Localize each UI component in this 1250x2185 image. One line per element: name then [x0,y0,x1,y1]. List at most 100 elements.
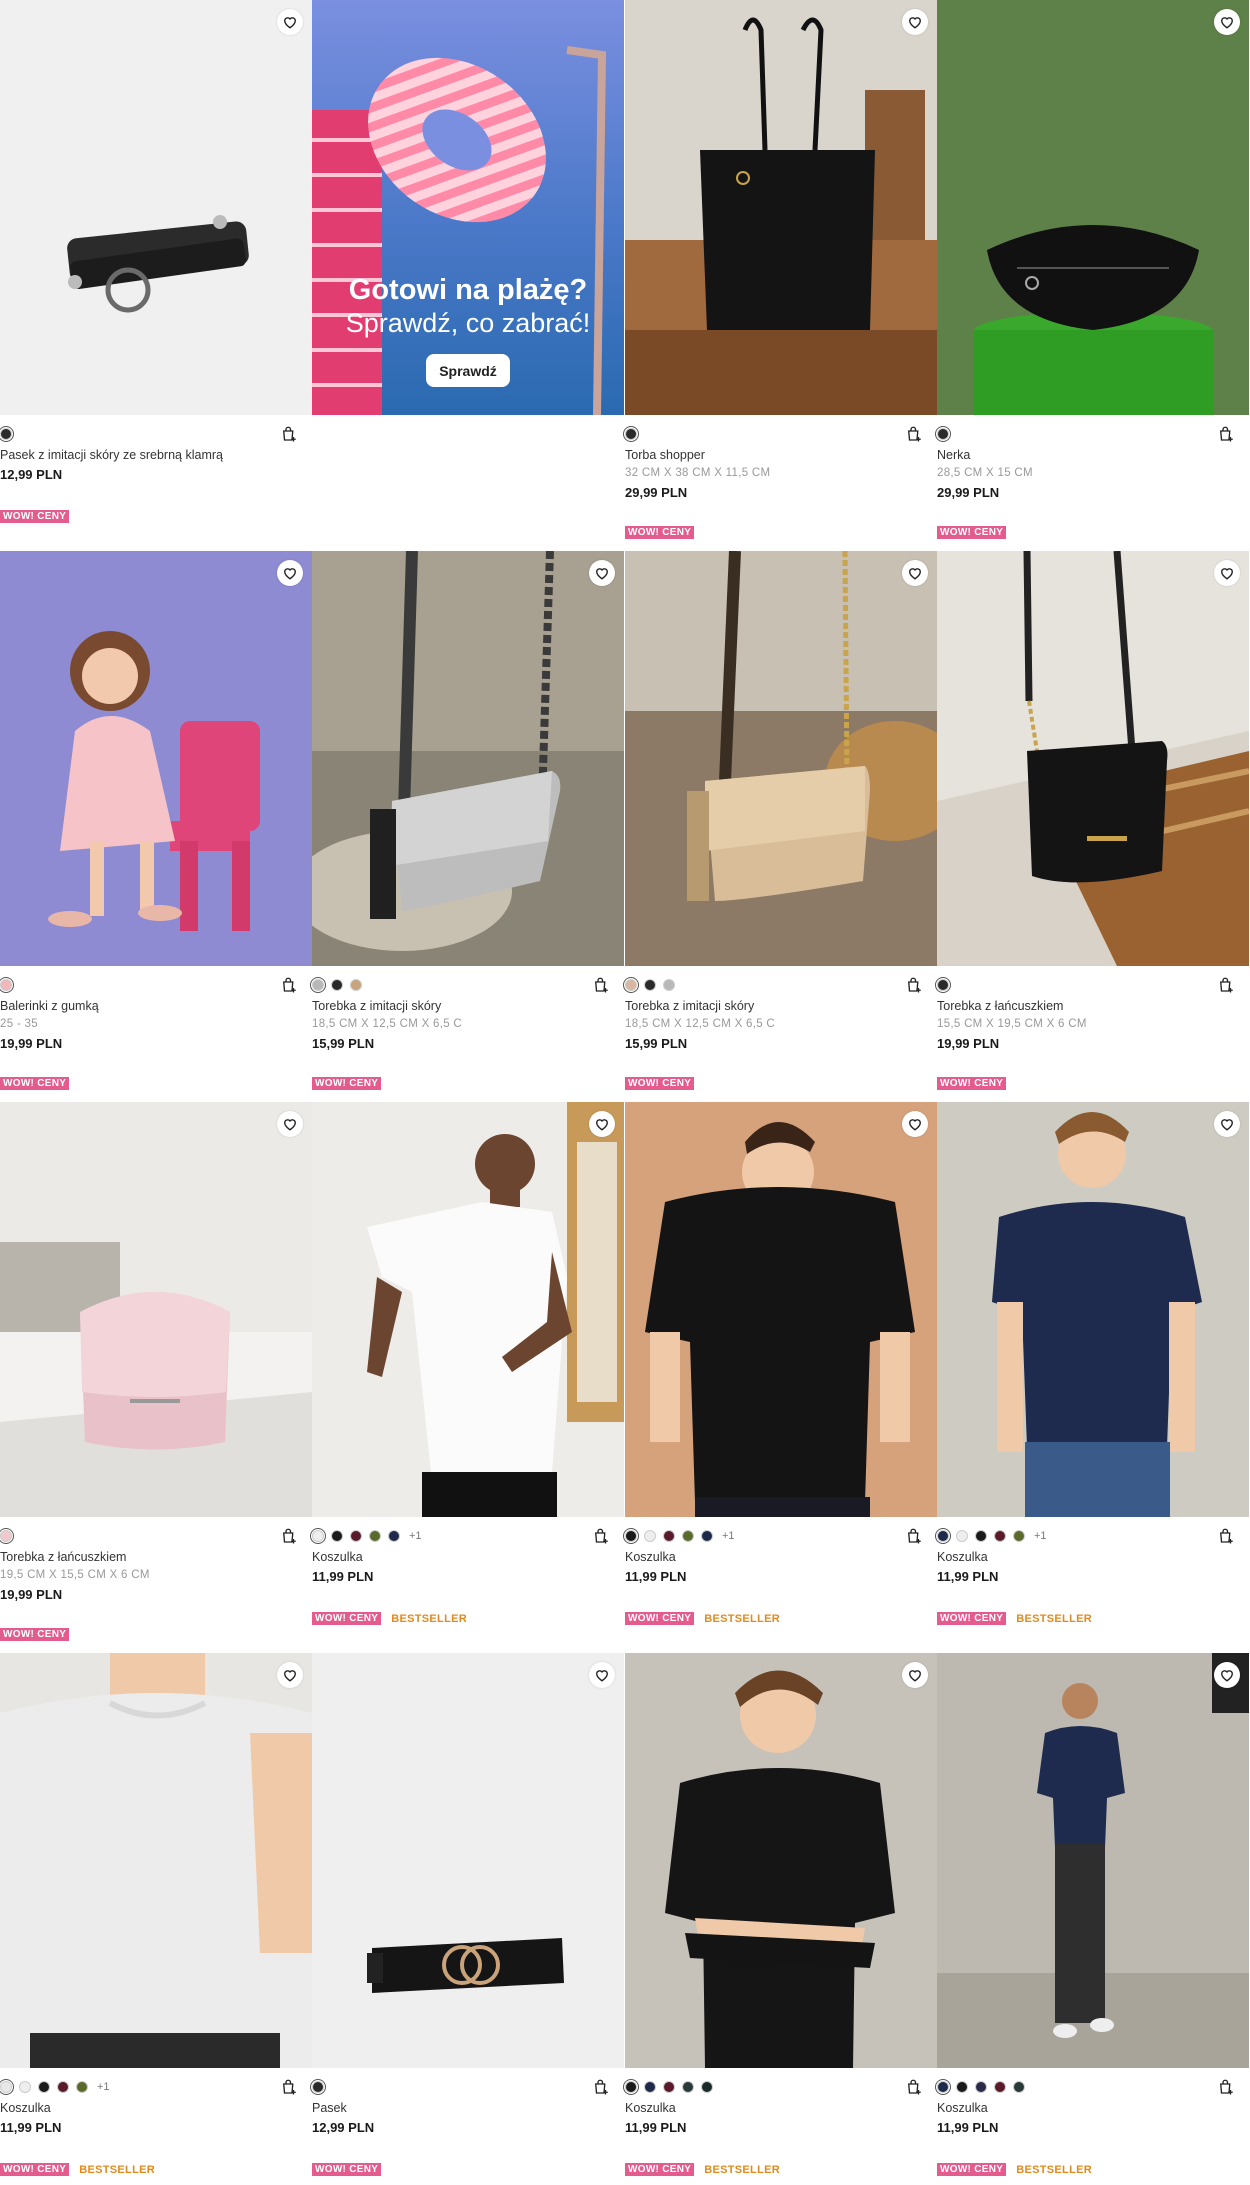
color-swatch[interactable] [682,2081,694,2093]
wishlist-heart-icon[interactable] [1214,9,1240,35]
color-swatch[interactable] [331,1530,343,1542]
product-name[interactable]: Pasek [312,2101,347,2115]
color-swatch[interactable] [1013,2081,1025,2093]
product-name[interactable]: Nerka [937,448,970,462]
wishlist-heart-icon[interactable] [902,1111,928,1137]
product-card[interactable]: Torba shopper 32 CM X 38 CM X 11,5 CM 29,9… [625,0,937,551]
product-image[interactable] [0,551,312,966]
wishlist-heart-icon[interactable] [277,560,303,586]
product-name[interactable]: Koszulka [937,1550,988,1564]
product-image[interactable] [937,0,1249,415]
add-to-cart-icon[interactable] [592,976,610,994]
color-swatch[interactable] [331,979,343,991]
add-to-cart-icon[interactable] [280,1527,298,1545]
product-card[interactable]: Torebka z łańcuszkiem 19,5 CM X 15,5 CM X… [0,1102,312,1653]
color-swatch[interactable] [625,979,637,991]
color-swatch[interactable] [57,2081,69,2093]
color-swatch[interactable] [937,1530,949,1542]
product-image[interactable] [0,1653,312,2068]
color-swatch[interactable] [994,2081,1006,2093]
color-swatch[interactable] [663,979,675,991]
wishlist-heart-icon[interactable] [277,1662,303,1688]
color-swatch[interactable] [937,2081,949,2093]
product-image[interactable] [625,1653,937,2068]
product-name[interactable]: Torebka z imitacji skóry [312,999,441,1013]
color-swatch[interactable] [644,2081,656,2093]
more-colors-count[interactable]: +1 [722,1530,735,1542]
product-card[interactable]: Balerinki z gumką 25 - 35 19,99 PLN WOW! CE… [0,551,312,1102]
add-to-cart-icon[interactable] [905,425,923,443]
product-image[interactable] [312,1653,624,2068]
color-swatch[interactable] [625,428,637,440]
product-name[interactable]: Torba shopper [625,448,705,462]
add-to-cart-icon[interactable] [280,976,298,994]
product-image[interactable] [625,0,937,415]
color-swatch[interactable] [0,1530,12,1542]
color-swatch[interactable] [994,1530,1006,1542]
color-swatch[interactable] [350,1530,362,1542]
color-swatch[interactable] [663,2081,675,2093]
color-swatch[interactable] [0,979,12,991]
color-swatch[interactable] [701,2081,713,2093]
add-to-cart-icon[interactable] [1217,425,1235,443]
product-card[interactable]: Torebka z imitacji skóry 18,5 CM X 12,5 C… [625,551,937,1102]
wishlist-heart-icon[interactable] [1214,1111,1240,1137]
product-card[interactable]: Pasek z imitacji skóry ze srebrną klamrą… [0,0,312,551]
color-swatch[interactable] [0,428,12,440]
color-swatch[interactable] [956,1530,968,1542]
product-image[interactable] [937,551,1249,966]
color-swatch[interactable] [19,2081,31,2093]
wishlist-heart-icon[interactable] [589,1111,615,1137]
wishlist-heart-icon[interactable] [902,560,928,586]
promo-banner[interactable]: Gotowi na plażę? Sprawdź, co zabrać! Spraw… [312,0,624,551]
color-swatch[interactable] [975,2081,987,2093]
product-card[interactable]: Torebka z łańcuszkiem 15,5 CM X 19,5 CM X… [937,551,1249,1102]
color-swatch[interactable] [350,979,362,991]
product-image[interactable] [0,1102,312,1517]
color-swatch[interactable] [38,2081,50,2093]
add-to-cart-icon[interactable] [592,1527,610,1545]
wishlist-heart-icon[interactable] [902,9,928,35]
product-name[interactable]: Torebka z łańcuszkiem [0,1550,126,1564]
product-image[interactable] [937,1653,1249,2068]
wishlist-heart-icon[interactable] [902,1662,928,1688]
product-name[interactable]: Koszulka [0,2101,51,2115]
product-card[interactable]: +1 Koszulka 11,99 PLN WOW! CENY BESTSELLER [312,1102,624,1653]
product-name[interactable]: Koszulka [937,2101,988,2115]
color-swatch[interactable] [1013,1530,1025,1542]
product-name[interactable]: Koszulka [625,2101,676,2115]
color-swatch[interactable] [663,1530,675,1542]
color-swatch[interactable] [312,1530,324,1542]
add-to-cart-icon[interactable] [280,2078,298,2096]
wishlist-heart-icon[interactable] [1214,1662,1240,1688]
color-swatch[interactable] [937,979,949,991]
color-swatch[interactable] [956,2081,968,2093]
add-to-cart-icon[interactable] [280,425,298,443]
color-swatch[interactable] [937,428,949,440]
product-name[interactable]: Koszulka [312,1550,363,1564]
product-card[interactable]: +1 Koszulka 11,99 PLN WOW! CENY BESTSELLER [937,1102,1249,1653]
product-card[interactable]: Pasek 12,99 PLN WOW! CENY [312,1653,624,2185]
wishlist-heart-icon[interactable] [277,1111,303,1137]
color-swatch[interactable] [0,2081,12,2093]
add-to-cart-icon[interactable] [1217,976,1235,994]
product-image[interactable] [625,551,937,966]
product-name[interactable]: Balerinki z gumką [0,999,99,1013]
color-swatch[interactable] [975,1530,987,1542]
more-colors-count[interactable]: +1 [409,1530,422,1542]
more-colors-count[interactable]: +1 [97,2081,110,2093]
color-swatch[interactable] [625,2081,637,2093]
add-to-cart-icon[interactable] [1217,1527,1235,1545]
product-image[interactable] [937,1102,1249,1517]
product-card[interactable]: Nerka 28,5 CM X 15 CM 29,99 PLN WOW! CENY [937,0,1249,551]
add-to-cart-icon[interactable] [905,1527,923,1545]
add-to-cart-icon[interactable] [905,976,923,994]
product-image[interactable] [312,1102,624,1517]
wishlist-heart-icon[interactable] [589,1662,615,1688]
product-name[interactable]: Koszulka [625,1550,676,1564]
color-swatch[interactable] [625,1530,637,1542]
color-swatch[interactable] [682,1530,694,1542]
add-to-cart-icon[interactable] [905,2078,923,2096]
product-name[interactable]: Pasek z imitacji skóry ze srebrną klamrą [0,448,223,462]
color-swatch[interactable] [388,1530,400,1542]
